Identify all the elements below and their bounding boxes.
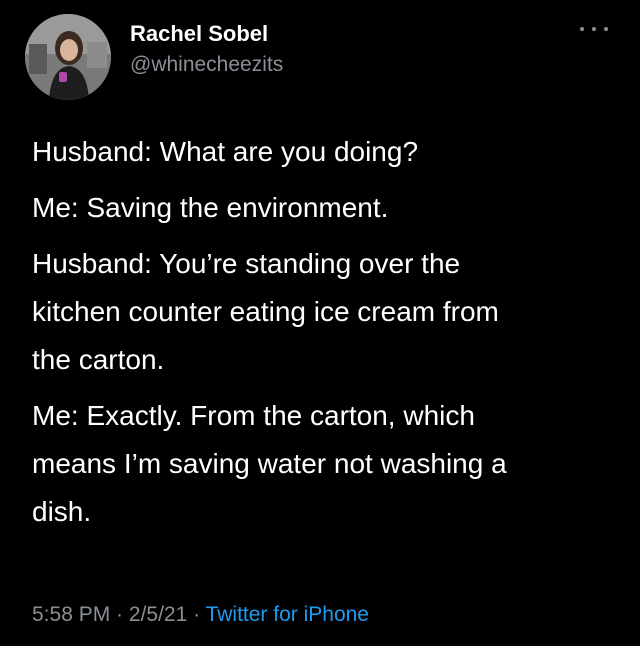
tweet-card: Rachel Sobel @whinecheezits Husband: Wha…	[0, 0, 640, 646]
more-options-button[interactable]	[580, 20, 608, 38]
tweet-source-link[interactable]: Twitter for iPhone	[206, 603, 369, 626]
meta-separator: ·	[110, 603, 129, 626]
tweet-paragraph: Husband: What are you doing?	[32, 136, 419, 167]
more-horizontal-icon-dot	[604, 27, 608, 31]
tweet-metadata: 5:58 PM · 2/5/21 · Twitter for iPhone	[32, 603, 369, 627]
author-handle[interactable]: @whinecheezits	[130, 53, 283, 77]
tweet-text: Husband: What are you doing? Me: Saving …	[32, 128, 612, 544]
more-horizontal-icon-dot	[592, 27, 596, 31]
author-name[interactable]: Rachel Sobel	[130, 21, 268, 47]
avatar-photo	[25, 14, 111, 100]
more-horizontal-icon	[580, 27, 584, 31]
tweet-paragraph: Me: Saving the environment.	[32, 192, 389, 223]
tweet-time[interactable]: 5:58 PM	[32, 603, 110, 626]
avatar[interactable]	[25, 14, 111, 100]
tweet-date[interactable]: 2/5/21	[129, 603, 187, 626]
tweet-paragraph: Me: Exactly. From the carton, which mean…	[32, 400, 507, 527]
tweet-paragraph: Husband: You’re standing over the kitche…	[32, 248, 499, 375]
meta-separator: ·	[187, 603, 206, 626]
